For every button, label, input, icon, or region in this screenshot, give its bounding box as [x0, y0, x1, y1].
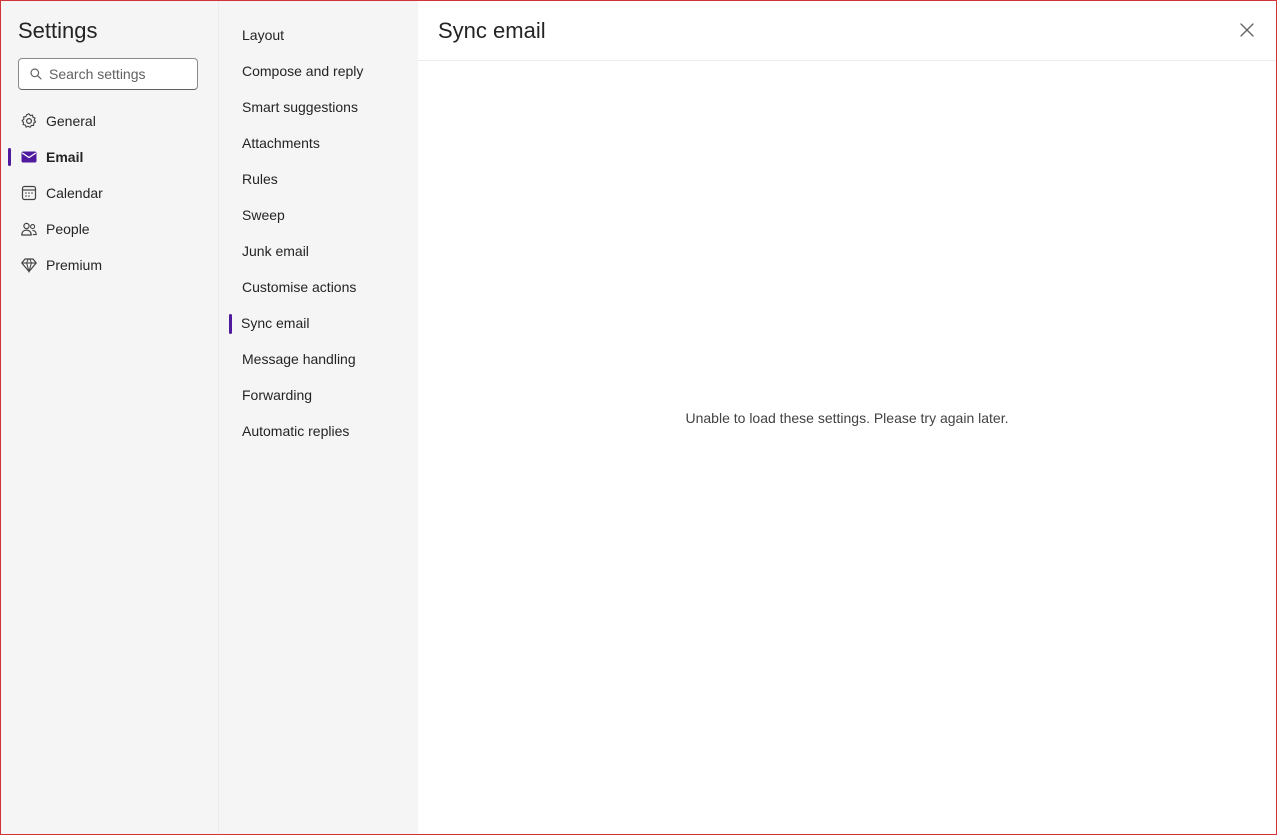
settings-title: Settings — [18, 18, 98, 43]
subnav-item-rules[interactable]: Rules — [219, 161, 419, 197]
nav-item-premium[interactable]: Premium — [1, 247, 218, 283]
nav-list: General Email Calendar People Premium — [1, 103, 218, 283]
gear-icon — [20, 112, 38, 130]
settings-dialog: Settings General Email — [0, 0, 1277, 835]
subnav-list: Layout Compose and reply Smart suggestio… — [219, 17, 419, 449]
subnav-item-sweep[interactable]: Sweep — [219, 197, 419, 233]
subnav-item-junk-email[interactable]: Junk email — [219, 233, 419, 269]
search-input[interactable] — [49, 66, 189, 82]
subnav-item-layout[interactable]: Layout — [219, 17, 419, 53]
nav-item-people[interactable]: People — [1, 211, 218, 247]
close-button[interactable] — [1236, 19, 1258, 41]
people-icon — [20, 220, 38, 238]
close-icon — [1239, 22, 1255, 38]
content-header: Sync email — [418, 1, 1276, 61]
active-indicator — [8, 148, 11, 166]
nav-item-label: General — [46, 113, 96, 129]
subnav-item-forwarding[interactable]: Forwarding — [219, 377, 419, 413]
calendar-icon — [20, 184, 38, 202]
nav-item-calendar[interactable]: Calendar — [1, 175, 218, 211]
subnav-item-compose-and-reply[interactable]: Compose and reply — [219, 53, 419, 89]
nav-item-label: Calendar — [46, 185, 103, 201]
email-subnav: Layout Compose and reply Smart suggestio… — [218, 1, 418, 834]
subnav-item-sync-email[interactable]: Sync email — [219, 305, 419, 341]
settings-nav: Settings General Email — [1, 1, 218, 834]
subnav-item-label: Sync email — [241, 315, 310, 331]
nav-item-email[interactable]: Email — [1, 139, 218, 175]
nav-item-general[interactable]: General — [1, 103, 218, 139]
nav-item-label: People — [46, 221, 90, 237]
mail-icon — [20, 148, 38, 166]
nav-item-label: Premium — [46, 257, 103, 273]
active-indicator — [229, 314, 232, 334]
page-title: Sync email — [438, 17, 546, 43]
diamond-icon — [20, 256, 38, 274]
subnav-item-customise-actions[interactable]: Customise actions — [219, 269, 419, 305]
content-pane: Sync email Unable to load these settings… — [418, 1, 1276, 834]
subnav-item-attachments[interactable]: Attachments — [219, 125, 419, 161]
subnav-item-automatic-replies[interactable]: Automatic replies — [219, 413, 419, 449]
subnav-item-message-handling[interactable]: Message handling — [219, 341, 419, 377]
subnav-item-smart-suggestions[interactable]: Smart suggestions — [219, 89, 419, 125]
search-icon — [29, 67, 43, 81]
error-message: Unable to load these settings. Please tr… — [685, 410, 1009, 426]
search-box[interactable] — [18, 58, 198, 90]
nav-item-label: Email — [46, 149, 84, 165]
